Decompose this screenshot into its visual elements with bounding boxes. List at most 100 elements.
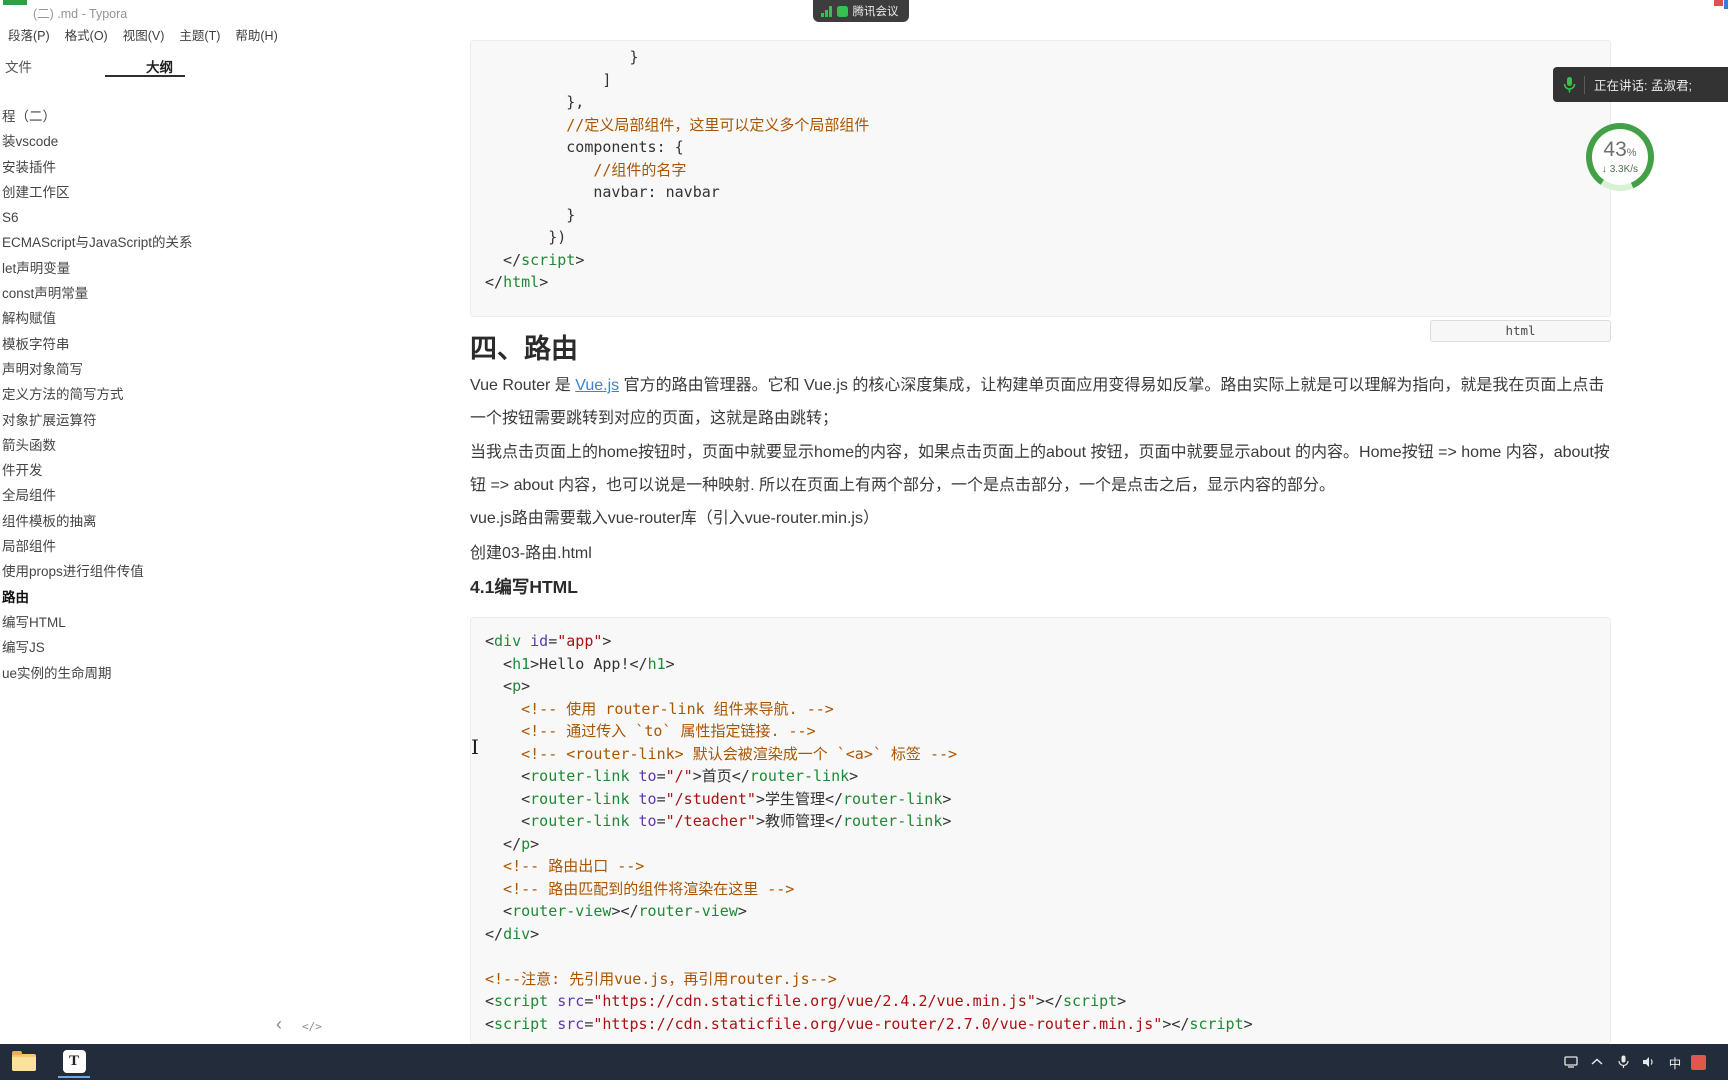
- network-usage-ring[interactable]: 43% ↓ 3.3K/s: [1586, 123, 1654, 191]
- outline-item[interactable]: S6: [2, 205, 262, 230]
- outline-item[interactable]: ECMAScript与JavaScript的关系: [2, 230, 262, 255]
- code-line: <script src="https://cdn.staticfile.org/…: [485, 1014, 1253, 1033]
- code-line: <!-- 使用 router-link 组件来导航. -->: [485, 699, 834, 718]
- code-line: //定义局部组件，这里可以定义多个局部组件: [566, 115, 870, 134]
- chevron-up-icon[interactable]: [1587, 1044, 1607, 1080]
- outline-item[interactable]: 定义方法的简写方式: [2, 382, 262, 407]
- paragraph-library: vue.js路由需要载入vue-router库（引入vue-router.min…: [470, 510, 879, 527]
- menu-item[interactable]: 视图(V): [123, 25, 165, 44]
- menu-item[interactable]: 格式(O): [65, 25, 108, 44]
- network-speed: ↓ 3.3K/s: [1601, 163, 1639, 175]
- meeting-app-icon: [836, 5, 848, 17]
- menu-item[interactable]: 段落(P): [8, 25, 50, 44]
- microphone-icon: [1563, 76, 1576, 94]
- outline-item[interactable]: 声明对象简写: [2, 357, 262, 382]
- outline-item[interactable]: 使用props进行组件传值: [2, 559, 262, 584]
- file-explorer-icon[interactable]: [8, 1046, 40, 1078]
- network-percent-value: 43: [1603, 137, 1627, 161]
- input-method-indicator[interactable]: 中: [1665, 1044, 1685, 1080]
- code-block-html[interactable]: <div id="app"> <h1>Hello App!</h1> <p> <…: [470, 617, 1611, 1044]
- menubar: 段落(P) 格式(O) 视图(V) 主题(T) 帮助(H): [8, 25, 278, 44]
- outline-item[interactable]: 箭头函数: [2, 433, 262, 458]
- system-tray: 中: [1561, 1044, 1706, 1080]
- window-accent-sliver: [3, 0, 27, 5]
- outline-item[interactable]: 创建工作区: [2, 180, 262, 205]
- paragraph-create-file: 创建03-路由.html: [470, 545, 592, 562]
- outline-item[interactable]: 编写JS: [2, 635, 262, 660]
- corner-blue-fragment: [1724, 0, 1728, 9]
- speaking-indicator-bar[interactable]: 正在讲话: 孟淑君;: [1553, 67, 1728, 102]
- sidebar-collapse-button[interactable]: ‹: [276, 1014, 282, 1035]
- text-cursor-ibeam: I: [471, 735, 479, 759]
- code-line: <!-- 路由匹配到的组件将渲染在这里 -->: [485, 879, 795, 898]
- tray-red-app-icon[interactable]: [1691, 1054, 1706, 1070]
- code-line: }: [485, 205, 576, 224]
- paragraph-intro-text-2: 官方的路由管理器。它和 Vue.js 的核心深度集成，让构建单页面应用变得易如反…: [470, 377, 1605, 427]
- vuejs-link[interactable]: Vue.js: [575, 377, 619, 394]
- subsection-heading: 4.1编写HTML: [470, 577, 578, 597]
- outline-item[interactable]: 装vscode: [2, 129, 262, 154]
- outline-item[interactable]: 对象扩展运算符: [2, 408, 262, 433]
- source-mode-button[interactable]: </>: [302, 1020, 322, 1033]
- code-line: <!-- 通过传入 `to` 属性指定链接. -->: [485, 722, 816, 740]
- sidebar-tabs: 文件 大纲: [0, 56, 268, 80]
- code-line: <p>: [485, 677, 531, 695]
- outline-item[interactable]: 局部组件: [2, 534, 262, 559]
- outline-item[interactable]: 路由: [2, 585, 262, 610]
- signal-strength-icon: [821, 5, 832, 17]
- code-line: </p>: [485, 834, 540, 853]
- speaking-label: 正在讲话: 孟淑君;: [1594, 79, 1692, 93]
- meeting-pill-label: 腾讯会议: [852, 6, 899, 18]
- typora-taskbar-icon[interactable]: T: [58, 1046, 90, 1078]
- code-line: }: [485, 48, 639, 66]
- code-line: },: [485, 93, 585, 111]
- outline-item[interactable]: let声明变量: [2, 256, 262, 281]
- outline-item[interactable]: 件开发: [2, 458, 262, 483]
- taskbar: T 中: [0, 1044, 1728, 1080]
- menu-item[interactable]: 帮助(H): [235, 25, 277, 44]
- outline-item[interactable]: 全局组件: [2, 483, 262, 508]
- code-line: ]: [485, 70, 612, 89]
- outline-item[interactable]: 编写HTML: [2, 610, 262, 635]
- network-percent-sign: %: [1626, 146, 1637, 159]
- code-block-top-pre: } ] }, //定义局部组件，这里可以定义多个局部组件 components:…: [471, 41, 1610, 306]
- code-line: <router-link to="/student">学生管理</router-…: [485, 789, 952, 808]
- paragraph-intro: Vue Router 是 Vue.js 官方的路由管理器。它和 Vue.js 的…: [470, 369, 1611, 435]
- tencent-meeting-pill[interactable]: 腾讯会议: [813, 0, 909, 22]
- divider: [1584, 75, 1585, 94]
- code-line: components: {: [485, 138, 684, 156]
- menu-item[interactable]: 主题(T): [179, 25, 220, 44]
- outline-item[interactable]: 解构赋值: [2, 306, 262, 331]
- network-usage-inner: 43% ↓ 3.3K/s: [1592, 129, 1648, 185]
- code-block-top[interactable]: } ] }, //定义局部组件，这里可以定义多个局部组件 components:…: [470, 40, 1611, 317]
- speaker-icon[interactable]: [1639, 1044, 1659, 1080]
- tab-outline[interactable]: 大纲: [146, 56, 173, 76]
- code-block-html-pre: <div id="app"> <h1>Hello App!</h1> <p> <…: [471, 618, 1610, 1043]
- outline-item[interactable]: 程（二）: [2, 104, 262, 129]
- code-line: <script src="https://cdn.staticfile.org/…: [485, 992, 1127, 1010]
- outline-list: 程（二） 装vscode 安装插件 创建工作区 S6 ECMAScript与JavaScr…: [2, 104, 262, 686]
- outline-item[interactable]: 组件模板的抽离: [2, 509, 262, 534]
- code-line: <router-link to="/">首页</router-link>: [485, 767, 859, 785]
- code-line: <!--注意: 先引用vue.js，再引用router.js-->: [485, 969, 837, 988]
- code-line: <!-- <router-link> 默认会被渲染成一个 `<a>` 标签 --…: [485, 744, 958, 763]
- code-line: </html>: [485, 273, 549, 291]
- code-line: navbar: navbar: [485, 183, 720, 201]
- section-heading: 四、路由: [470, 334, 578, 364]
- outline-item[interactable]: const声明常量: [2, 281, 262, 306]
- monitor-icon[interactable]: [1561, 1044, 1581, 1080]
- tray-microphone-icon[interactable]: [1613, 1044, 1633, 1080]
- outline-item[interactable]: 安装插件: [2, 155, 262, 180]
- code-language-chip[interactable]: html: [1430, 320, 1611, 342]
- corner-red-fragment: [1714, 0, 1723, 6]
- screen: (二) .md - Typora 段落(P) 格式(O) 视图(V) 主题(T) 帮助(…: [0, 0, 1728, 1080]
- outline-item[interactable]: 模板字符串: [2, 332, 262, 357]
- window-title: (二) .md - Typora: [33, 7, 128, 21]
- code-line: <router-view></router-view>: [485, 902, 747, 920]
- code-line: </div>: [485, 924, 540, 943]
- code-line: </script>: [485, 250, 585, 269]
- tab-files[interactable]: 文件: [5, 56, 32, 76]
- outline-item[interactable]: ue实例的生命周期: [2, 661, 262, 686]
- paragraph-intro-text: Vue Router 是: [470, 377, 576, 394]
